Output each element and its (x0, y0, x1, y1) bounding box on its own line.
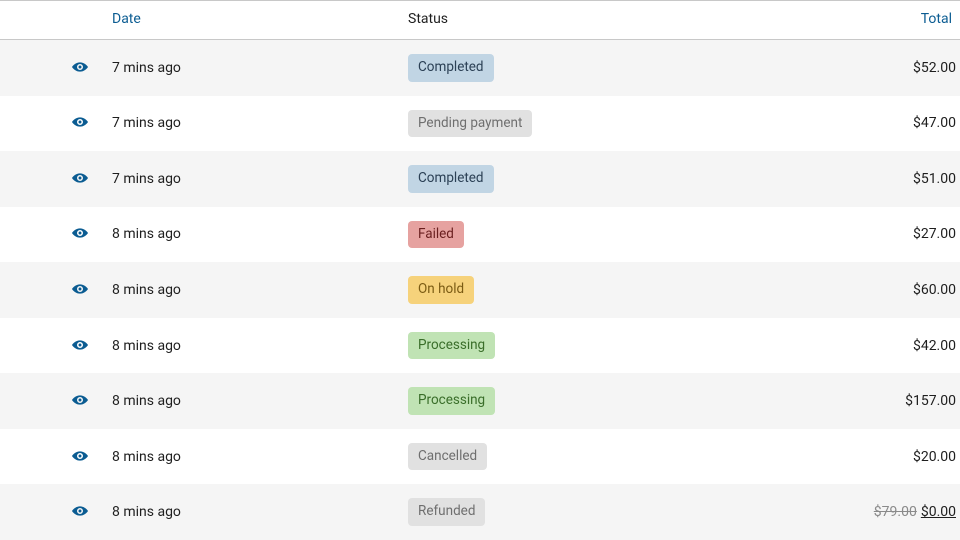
total-cell: $79.00$0.00 (735, 484, 960, 540)
original-total: $79.00 (874, 504, 917, 520)
status-badge: Processing (408, 387, 495, 415)
col-preview (0, 1, 104, 40)
preview-cell (0, 151, 104, 207)
table-row[interactable]: 8 mins ago Cancelled $20.00 (0, 429, 960, 485)
status-cell: Failed (400, 207, 735, 263)
preview-cell (0, 373, 104, 429)
date-cell: 8 mins ago (104, 373, 400, 429)
preview-cell (0, 318, 104, 374)
table-row[interactable]: 8 mins ago Processing $157.00 (0, 373, 960, 429)
status-cell: Completed (400, 40, 735, 96)
preview-cell (0, 40, 104, 96)
eye-icon[interactable] (72, 284, 88, 294)
date-cell: 8 mins ago (104, 207, 400, 263)
status-badge: Refunded (408, 498, 485, 526)
total-cell: $27.00 (735, 207, 960, 263)
table-row[interactable]: 8 mins ago Processing $42.00 (0, 318, 960, 374)
total-cell: $47.00 (735, 96, 960, 152)
status-cell: Pending payment (400, 96, 735, 152)
col-date-link[interactable]: Date (112, 11, 141, 27)
status-badge: Cancelled (408, 443, 487, 471)
total-cell: $52.00 (735, 40, 960, 96)
status-cell: Completed (400, 151, 735, 207)
eye-icon[interactable] (72, 117, 88, 127)
status-cell: On hold (400, 262, 735, 318)
preview-cell (0, 262, 104, 318)
status-badge: Completed (408, 165, 494, 193)
date-cell: 7 mins ago (104, 151, 400, 207)
preview-cell (0, 484, 104, 540)
date-cell: 7 mins ago (104, 96, 400, 152)
total-cell: $42.00 (735, 318, 960, 374)
status-cell: Cancelled (400, 429, 735, 485)
col-total-link[interactable]: Total (921, 11, 952, 27)
col-date[interactable]: Date (104, 1, 400, 40)
status-cell: Refunded (400, 484, 735, 540)
eye-icon[interactable] (72, 62, 88, 72)
eye-icon[interactable] (72, 395, 88, 405)
status-badge: Failed (408, 221, 464, 249)
table-row[interactable]: 8 mins ago Failed $27.00 (0, 207, 960, 263)
status-badge: Processing (408, 332, 495, 360)
col-status: Status (400, 1, 735, 40)
total-cell: $20.00 (735, 429, 960, 485)
eye-icon[interactable] (72, 506, 88, 516)
status-badge: On hold (408, 276, 474, 304)
preview-cell (0, 207, 104, 263)
date-cell: 7 mins ago (104, 40, 400, 96)
date-cell: 8 mins ago (104, 429, 400, 485)
date-cell: 8 mins ago (104, 484, 400, 540)
status-cell: Processing (400, 373, 735, 429)
table-header-row: Date Status Total (0, 1, 960, 40)
table-row[interactable]: 8 mins ago Refunded $79.00$0.00 (0, 484, 960, 540)
total-cell: $60.00 (735, 262, 960, 318)
status-badge: Pending payment (408, 110, 532, 138)
table-row[interactable]: 8 mins ago On hold $60.00 (0, 262, 960, 318)
orders-table: Date Status Total 7 mins ago Completed $52… (0, 0, 960, 540)
table-row[interactable]: 7 mins ago Pending payment $47.00 (0, 96, 960, 152)
col-total[interactable]: Total (735, 1, 960, 40)
status-badge: Completed (408, 54, 494, 82)
table-row[interactable]: 7 mins ago Completed $51.00 (0, 151, 960, 207)
total-cell: $51.00 (735, 151, 960, 207)
date-cell: 8 mins ago (104, 262, 400, 318)
date-cell: 8 mins ago (104, 318, 400, 374)
preview-cell (0, 96, 104, 152)
eye-icon[interactable] (72, 340, 88, 350)
table-row[interactable]: 7 mins ago Completed $52.00 (0, 40, 960, 96)
preview-cell (0, 429, 104, 485)
eye-icon[interactable] (72, 228, 88, 238)
refunded-total: $0.00 (921, 504, 956, 520)
status-cell: Processing (400, 318, 735, 374)
total-cell: $157.00 (735, 373, 960, 429)
eye-icon[interactable] (72, 451, 88, 461)
eye-icon[interactable] (72, 173, 88, 183)
